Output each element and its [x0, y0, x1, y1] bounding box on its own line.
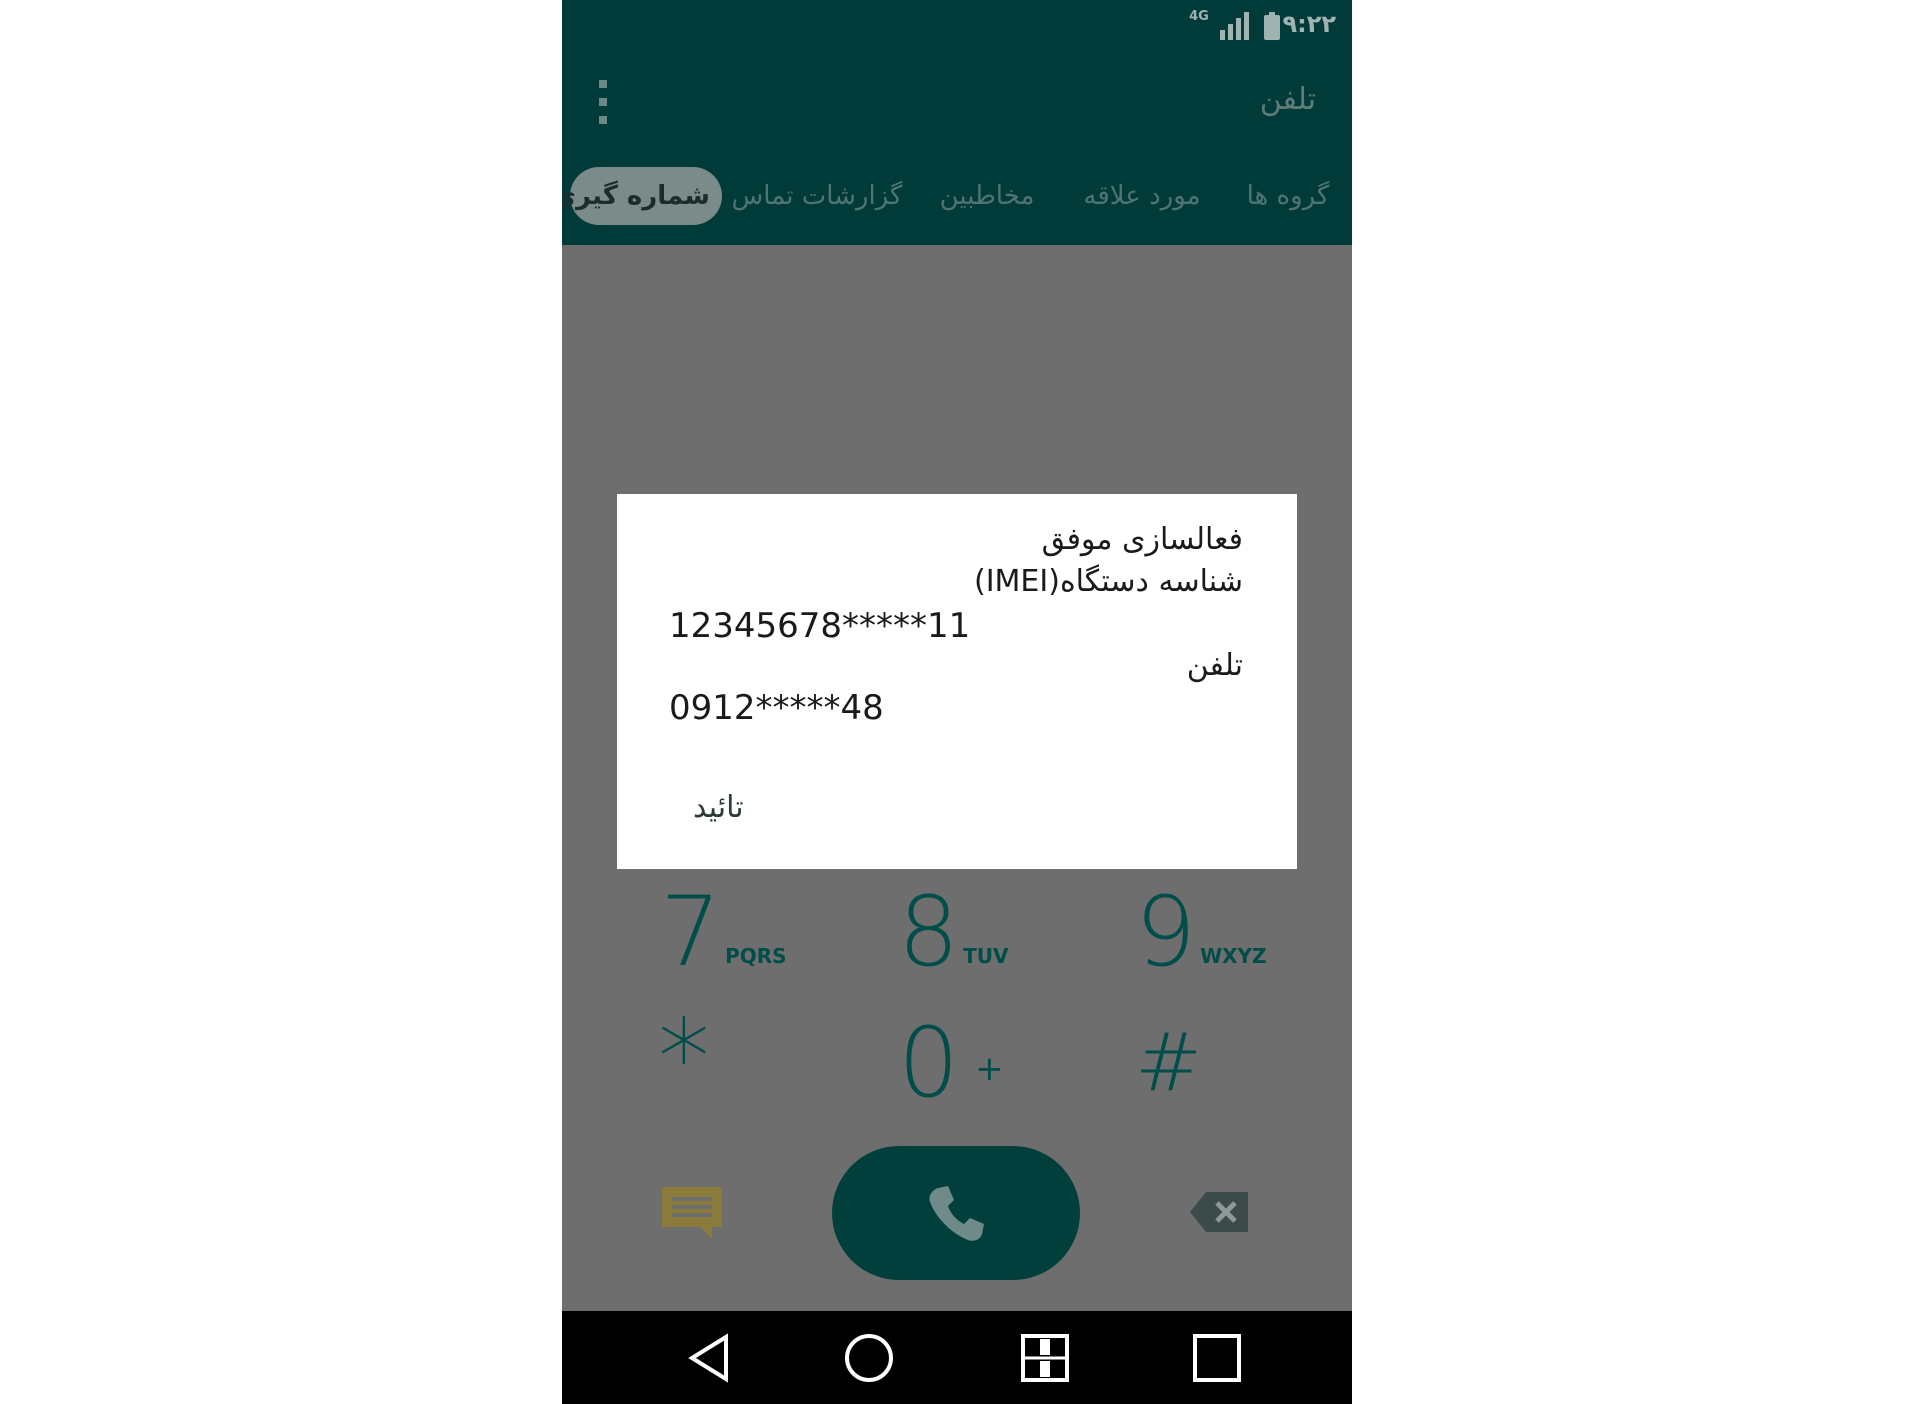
dial-key-digit: # [1135, 1016, 1203, 1109]
dial-key-digit: 9 [1135, 876, 1197, 988]
app-title: تلفن [1259, 82, 1316, 117]
dialog-title: فعالسازی موفق [1041, 522, 1243, 557]
tab-bar: گروه ها مورد علاقه مخاطبین گزارشات تماس … [562, 157, 1352, 237]
phone-value: 0912*****48 [669, 688, 884, 728]
phone-label: تلفن [1186, 648, 1243, 683]
tab-dialer[interactable]: شماره گیری [562, 167, 722, 225]
dial-key-letters: TUV [963, 944, 1009, 968]
overflow-menu-icon[interactable] [596, 78, 610, 128]
imei-label: شناسه دستگاه(IMEI) [973, 564, 1243, 599]
home-icon[interactable] [842, 1331, 896, 1385]
dual-window-icon[interactable] [1018, 1331, 1072, 1385]
app-bar: تلفن گروه ها مورد علاقه مخاطبین گزارشات … [562, 52, 1352, 245]
activation-dialog: فعالسازی موفق شناسه دستگاه(IMEI) 1234567… [617, 494, 1297, 869]
dial-key-digit: * [658, 997, 710, 1119]
dial-key-7[interactable]: 7 PQRS [660, 884, 787, 980]
tab-groups[interactable]: گروه ها [1240, 167, 1336, 225]
battery-icon [1264, 12, 1280, 40]
backspace-icon[interactable] [1188, 1190, 1250, 1234]
navigation-bar [562, 1311, 1352, 1404]
dial-key-8[interactable]: 8 TUV [898, 884, 1008, 980]
tab-contacts[interactable]: مخاطبین [922, 167, 1052, 225]
back-icon[interactable] [682, 1331, 736, 1385]
dial-key-9[interactable]: 9 WXYZ [1135, 884, 1267, 980]
phone-screen: 4G ۹:۲۲ تلفن گروه ها مورد علاقه مخاطبین … [562, 0, 1352, 1404]
recents-icon[interactable] [1190, 1331, 1244, 1385]
dial-key-digit: 0 [898, 1007, 960, 1119]
dial-key-digit: 7 [660, 876, 722, 988]
confirm-button[interactable]: تائید [693, 790, 744, 825]
imei-value: 12345678*****11 [669, 606, 971, 646]
dial-key-letters: WXYZ [1200, 944, 1267, 968]
tab-favorites[interactable]: مورد علاقه [1072, 167, 1212, 225]
dial-key-letters: PQRS [725, 944, 787, 968]
status-time: ۹:۲۲ [1282, 10, 1336, 38]
tab-call-log[interactable]: گزارشات تماس [727, 167, 907, 225]
dial-key-star[interactable]: * [658, 997, 710, 1119]
dial-key-hash[interactable]: # [1135, 1015, 1202, 1111]
call-icon [929, 1186, 984, 1241]
message-icon[interactable] [660, 1185, 724, 1241]
dial-key-digit: 8 [898, 876, 960, 988]
signal-icon [1220, 12, 1249, 40]
call-button[interactable] [832, 1146, 1080, 1280]
status-bar: 4G ۹:۲۲ [562, 0, 1352, 52]
dial-key-0[interactable]: 0 + [898, 1015, 1004, 1111]
dial-key-letters: + [975, 1049, 1004, 1089]
lte-icon: 4G [1189, 9, 1209, 24]
